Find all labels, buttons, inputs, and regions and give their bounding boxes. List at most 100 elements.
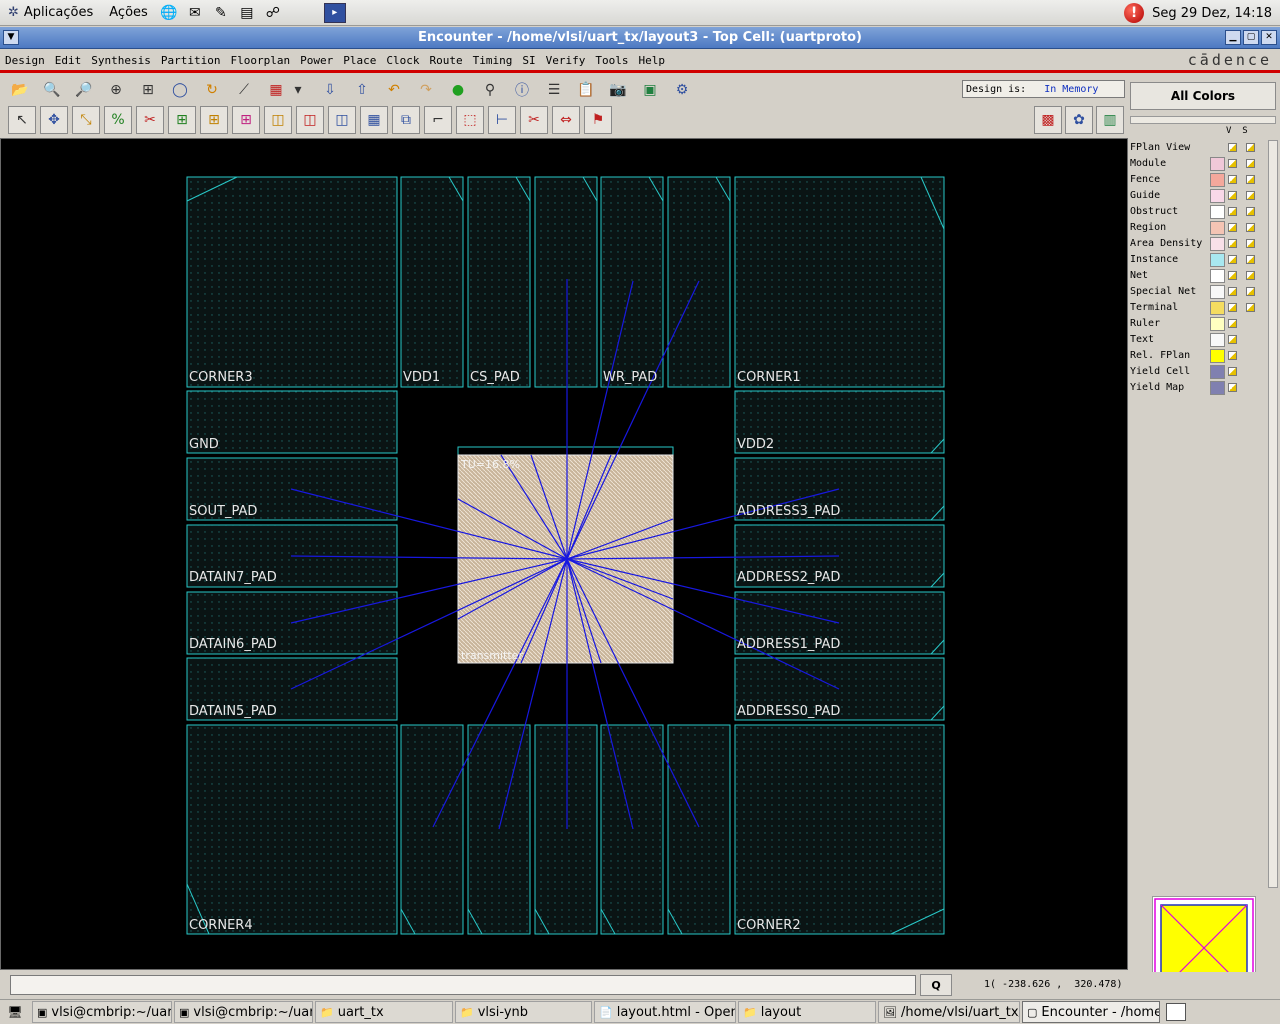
cut-icon[interactable]: ✂ [520, 106, 548, 134]
layer-selectable-checkbox[interactable] [1246, 255, 1255, 264]
select-icon[interactable]: ↖ [8, 106, 36, 134]
add-region-icon[interactable]: ◫ [264, 106, 292, 134]
menu-design[interactable]: Design [0, 54, 50, 67]
snap-icon[interactable]: ⧉ [392, 106, 420, 134]
applications-menu[interactable]: ✲ Aplicações [0, 0, 101, 26]
ruler-icon[interactable]: ⊢ [488, 106, 516, 134]
window-titlebar[interactable]: ▼ Encounter - /home/vlsi/uart_tx/layout3… [0, 27, 1280, 49]
menu-tools[interactable]: Tools [590, 54, 633, 67]
clipboard-icon[interactable]: 📋 [574, 78, 598, 102]
camera-icon[interactable]: 📷 [606, 78, 630, 102]
query-button[interactable]: Q [920, 974, 952, 996]
layer-color-swatch[interactable] [1210, 301, 1225, 315]
layer-color-swatch[interactable] [1210, 221, 1225, 235]
layer-row[interactable]: Instance [1130, 252, 1266, 268]
taskbar-item[interactable]: 📁 layout [738, 1001, 876, 1023]
layer-visible-checkbox[interactable] [1228, 351, 1237, 360]
layer-selectable-checkbox[interactable] [1246, 303, 1255, 312]
pad-top-4[interactable] [534, 176, 598, 388]
layer-color-swatch[interactable] [1210, 365, 1225, 379]
command-input[interactable] [10, 975, 916, 995]
clock[interactable]: Seg 29 Dez, 14:18 [1152, 6, 1272, 21]
layer-visible-checkbox[interactable] [1228, 319, 1237, 328]
menu-floorplan[interactable]: Floorplan [225, 54, 295, 67]
layer-color-swatch[interactable] [1210, 237, 1225, 251]
menu-synthesis[interactable]: Synthesis [86, 54, 156, 67]
layer-selectable-checkbox[interactable] [1246, 239, 1255, 248]
layer-row[interactable]: Net [1130, 268, 1266, 284]
layer-scrollbar[interactable] [1268, 140, 1278, 888]
layer-row[interactable]: Region [1130, 220, 1266, 236]
pad-corner2[interactable] [734, 724, 945, 935]
layer-color-swatch[interactable] [1210, 205, 1225, 219]
resize-icon[interactable]: ⤡ [72, 106, 100, 134]
pad-bottom-6[interactable] [667, 724, 731, 935]
taskbar-item[interactable]: ▢Encounter - /home/v [1022, 1001, 1160, 1023]
open-icon[interactable]: 📂 [8, 78, 32, 102]
pad-bottom-3[interactable] [467, 724, 531, 935]
taskbar-item[interactable]: 📁 uart_tx [315, 1001, 453, 1023]
dropdown-icon[interactable]: ▾ [286, 78, 310, 102]
layer-row[interactable]: Obstruct [1130, 204, 1266, 220]
taskbar-item[interactable]: ▣ vlsi@cmbrip:~/uart_ [32, 1001, 172, 1023]
layer-row[interactable]: Fence [1130, 172, 1266, 188]
layer-visible-checkbox[interactable] [1228, 207, 1237, 216]
actions-menu[interactable]: Ações [101, 0, 156, 26]
add-obstruct-icon[interactable]: ◫ [296, 106, 324, 134]
layer-visible-checkbox[interactable] [1228, 143, 1237, 152]
fill-pattern-icon[interactable]: ▦ [264, 78, 288, 102]
layer-visible-checkbox[interactable] [1228, 255, 1237, 264]
layer-visible-checkbox[interactable] [1228, 287, 1237, 296]
layer-row[interactable]: Yield Map [1130, 380, 1266, 396]
layer-selectable-checkbox[interactable] [1246, 271, 1255, 280]
amoeba-view-icon[interactable]: ✿ [1065, 106, 1093, 134]
pad-corner4[interactable] [186, 724, 398, 935]
undo-icon[interactable]: ↶ [382, 78, 406, 102]
pad-bottom-5[interactable] [600, 724, 664, 935]
layer-visible-checkbox[interactable] [1228, 175, 1237, 184]
layer-row[interactable]: FPlan View [1130, 140, 1266, 156]
layer-selectable-checkbox[interactable] [1246, 207, 1255, 216]
add-block-icon[interactable]: ◫ [328, 106, 356, 134]
add-fence-icon[interactable]: ⊞ [200, 106, 228, 134]
layer-color-swatch[interactable] [1210, 157, 1225, 171]
menu-si[interactable]: SI [517, 54, 540, 67]
layer-visible-checkbox[interactable] [1228, 191, 1237, 200]
edit-shape-icon[interactable]: ⬚ [456, 106, 484, 134]
layer-visible-checkbox[interactable] [1228, 367, 1237, 376]
layer-color-swatch[interactable] [1210, 285, 1225, 299]
layer-row[interactable]: Rel. FPlan [1130, 348, 1266, 364]
layer-color-swatch[interactable] [1210, 381, 1225, 395]
network-icon[interactable]: ☍ [262, 3, 284, 23]
taskbar-item[interactable]: 🖼/home/vlsi/uart_tx/la [878, 1001, 1020, 1023]
layer-visible-checkbox[interactable] [1228, 383, 1237, 392]
info-icon[interactable]: ⓘ [510, 78, 534, 102]
menu-partition[interactable]: Partition [156, 54, 226, 67]
layer-row[interactable]: Ruler [1130, 316, 1266, 332]
layer-color-swatch[interactable] [1210, 253, 1225, 267]
status-icon[interactable]: ● [446, 78, 470, 102]
layer-selectable-checkbox[interactable] [1246, 159, 1255, 168]
screen-icon[interactable]: ▣ [638, 78, 662, 102]
mail-icon[interactable]: ✉ [184, 3, 206, 23]
menu-route[interactable]: Route [424, 54, 467, 67]
layer-selectable-checkbox[interactable] [1246, 223, 1255, 232]
layer-selectable-checkbox[interactable] [1246, 175, 1255, 184]
layer-color-swatch[interactable] [1210, 349, 1225, 363]
writer-icon[interactable]: ▤ [236, 3, 258, 23]
layer-row[interactable]: Terminal [1130, 300, 1266, 316]
minimize-icon[interactable]: ▁ [1225, 30, 1241, 45]
floorplan-view-icon[interactable]: ▩ [1034, 106, 1062, 134]
add-guide-icon[interactable]: ⊞ [232, 106, 260, 134]
menu-edit[interactable]: Edit [50, 54, 87, 67]
layer-visible-checkbox[interactable] [1228, 239, 1237, 248]
hier-up-icon[interactable]: ⇧ [350, 78, 374, 102]
layer-visible-checkbox[interactable] [1228, 223, 1237, 232]
place-icon[interactable]: ⌐ [424, 106, 452, 134]
physical-view-icon[interactable]: ▥ [1096, 106, 1124, 134]
layer-selectable-checkbox[interactable] [1246, 191, 1255, 200]
menu-clock[interactable]: Clock [381, 54, 424, 67]
stretch-icon[interactable]: ⇔ [552, 106, 580, 134]
taskbar-item[interactable]: 📁 vlsi-ynb [455, 1001, 592, 1023]
layer-row[interactable]: Special Net [1130, 284, 1266, 300]
